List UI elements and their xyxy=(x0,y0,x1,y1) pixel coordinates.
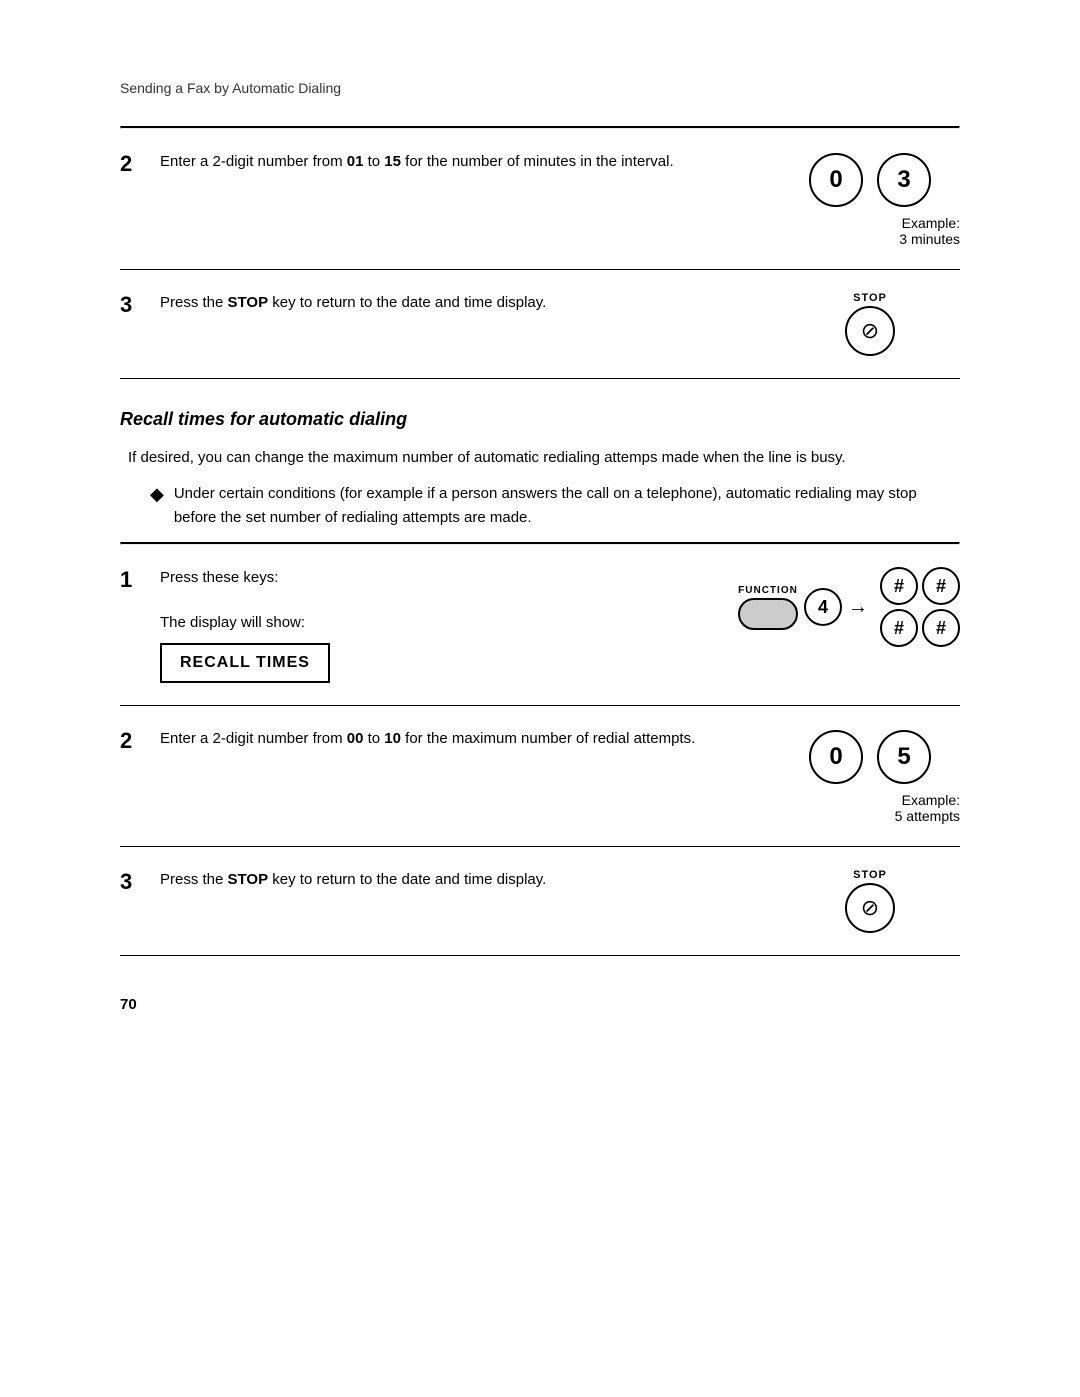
hash-btn-1: # xyxy=(880,567,918,605)
step2a-text-mid: to xyxy=(363,153,384,170)
bullet-text: Under certain conditions (for example if… xyxy=(174,482,960,530)
hash-btn-4: # xyxy=(922,609,960,647)
step3a-suffix: key to return to the date and time displ… xyxy=(268,294,546,311)
recall-step1-visual: FUNCTION 4 → # # # # xyxy=(738,567,960,647)
page: Sending a Fax by Automatic Dialing 2 Ent… xyxy=(0,0,1080,1093)
recall-step3-suffix: key to return to the date and time displ… xyxy=(268,871,546,888)
key-pair-recall-2: 0 5 xyxy=(807,728,933,786)
recall-body: If desired, you can change the maximum n… xyxy=(120,446,960,470)
recall-display-box: RECALL TIMES xyxy=(160,643,330,683)
key-5-circle: 5 xyxy=(877,730,931,784)
stop-label-2: STOP xyxy=(853,869,887,881)
step2a-text-prefix: Enter a 2-digit number from xyxy=(160,153,347,170)
step-content-2a: Enter a 2-digit number from 01 to 15 for… xyxy=(160,151,740,174)
hash-btn-2: # xyxy=(922,567,960,605)
step2a-visual: 0 3 Example: 3 minutes xyxy=(780,151,960,247)
recall-step-row-1: 1 Press these keys: The display will sho… xyxy=(120,545,960,706)
stop-circle-2: ⊘ xyxy=(845,883,895,933)
step2a-bold1: 01 xyxy=(347,153,364,170)
recall-heading: Recall times for automatic dialing xyxy=(120,409,960,430)
example-2a: Example: 3 minutes xyxy=(780,215,960,247)
recall-step-content-2: Enter a 2-digit number from 00 to 10 for… xyxy=(160,728,740,751)
key-pair-2a: 0 3 xyxy=(807,151,933,209)
step-content-3a: Press the STOP key to return to the date… xyxy=(160,292,740,315)
page-number: 70 xyxy=(120,996,960,1013)
recall-step-number-3: 3 xyxy=(120,869,152,895)
recall-step2-bold2: 10 xyxy=(384,730,401,747)
recall-step-row-3: 3 Press the STOP key to return to the da… xyxy=(120,847,960,956)
recall-step-number-1: 1 xyxy=(120,567,152,593)
hash-grid: # # # # xyxy=(880,567,960,647)
stop-key-2: STOP ⊘ xyxy=(845,869,895,933)
stop-icon-1: ⊘ xyxy=(861,318,879,344)
function-label: FUNCTION xyxy=(738,585,798,596)
bullet-item: ◆ Under certain conditions (for example … xyxy=(150,482,960,530)
step-row-2a: 2 Enter a 2-digit number from 01 to 15 f… xyxy=(120,129,960,270)
example-2a-line1: Example: xyxy=(902,215,960,231)
recall-step2-prefix: Enter a 2-digit number from xyxy=(160,730,347,747)
step3a-prefix: Press the xyxy=(160,294,228,311)
recall-step3-prefix: Press the xyxy=(160,871,228,888)
recall-step2-visual: 0 5 Example: 5 attempts xyxy=(780,728,960,824)
recall-step3-visual: STOP ⊘ xyxy=(780,869,960,933)
stop-circle-1: ⊘ xyxy=(845,306,895,356)
example-2a-line2: 3 minutes xyxy=(899,231,960,247)
key-0-circle-2: 0 xyxy=(809,730,863,784)
recall-step-number-2: 2 xyxy=(120,728,152,754)
example-recall-2: Example: 5 attempts xyxy=(780,792,960,824)
recall-step1-text1: Press these keys: xyxy=(160,567,698,590)
recall-step3-bold: STOP xyxy=(228,871,269,888)
stop-icon-2: ⊘ xyxy=(861,895,879,921)
step-number-2a: 2 xyxy=(120,151,152,177)
step2a-text-suffix: for the number of minutes in the interva… xyxy=(401,153,674,170)
key-0-circle: 0 xyxy=(809,153,863,207)
recall-step1-text2: The display will show: xyxy=(160,612,698,635)
step3a-bold: STOP xyxy=(228,294,269,311)
recall-step2-bold1: 00 xyxy=(347,730,364,747)
arrow-icon: → xyxy=(848,596,868,619)
recall-step-row-2: 2 Enter a 2-digit number from 00 to 10 f… xyxy=(120,706,960,847)
recall-step-content-3: Press the STOP key to return to the date… xyxy=(160,869,740,892)
recall-step2-suffix: for the maximum number of redial attempt… xyxy=(401,730,695,747)
step-row-3a: 3 Press the STOP key to return to the da… xyxy=(120,270,960,379)
key-3-circle: 3 xyxy=(877,153,931,207)
function-button[interactable] xyxy=(738,598,798,630)
function-row: FUNCTION 4 → # # # # xyxy=(738,567,960,647)
step3a-visual: STOP ⊘ xyxy=(780,292,960,356)
step2a-bold2: 15 xyxy=(384,153,401,170)
num-4-btn: 4 xyxy=(804,588,842,626)
hash-btn-3: # xyxy=(880,609,918,647)
example-recall-2-line2: 5 attempts xyxy=(895,808,960,824)
example-recall-2-line1: Example: xyxy=(902,792,960,808)
bullet-diamond-icon: ◆ xyxy=(150,482,164,507)
stop-label-1: STOP xyxy=(853,292,887,304)
stop-key-1: STOP ⊘ xyxy=(845,292,895,356)
breadcrumb: Sending a Fax by Automatic Dialing xyxy=(120,80,960,96)
step-number-3a: 3 xyxy=(120,292,152,318)
recall-step-content-1: Press these keys: The display will show:… xyxy=(160,567,698,683)
recall-step2-mid: to xyxy=(363,730,384,747)
